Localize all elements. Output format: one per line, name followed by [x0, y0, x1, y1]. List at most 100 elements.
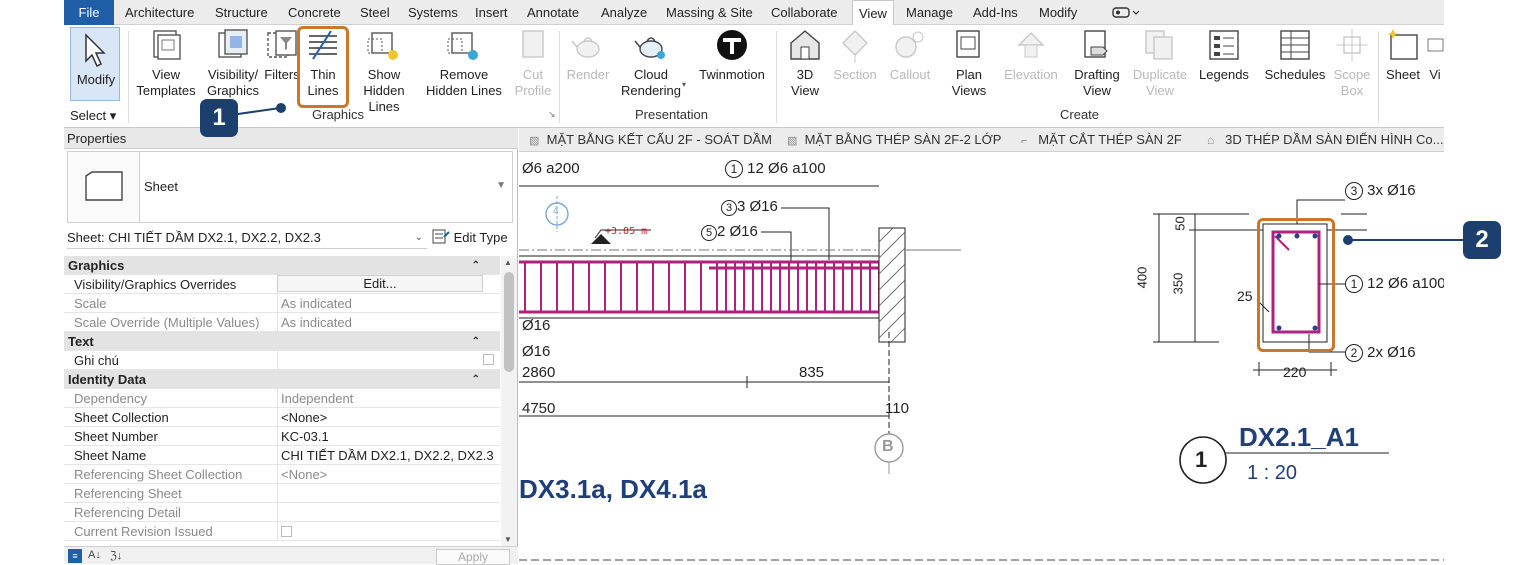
- section-number: 1: [1195, 447, 1208, 472]
- property-value[interactable]: As indicated: [277, 294, 500, 313]
- menu-modify[interactable]: Modify: [1039, 0, 1077, 25]
- menu-analyze[interactable]: Analyze: [601, 0, 647, 25]
- menu-insert[interactable]: Insert: [475, 0, 508, 25]
- sheet-button[interactable]: Sheet: [1382, 27, 1424, 83]
- cut-profile-button[interactable]: Cut Profile: [510, 27, 556, 99]
- properties-scrollbar[interactable]: ▲ ▼: [501, 256, 517, 546]
- drawing-canvas[interactable]: Ø6 a200 1 12 Ø6 a100 33 Ø16 52 Ø16 +3.85…: [519, 152, 1444, 564]
- elevation-button[interactable]: Elevation: [1002, 27, 1060, 83]
- duplicate-view-icon: [1145, 30, 1173, 60]
- property-value[interactable]: [277, 503, 500, 522]
- duplicate-view-button[interactable]: Duplicate View: [1130, 27, 1190, 99]
- select-dropdown[interactable]: Select ▾: [70, 108, 116, 124]
- property-value[interactable]: [277, 522, 500, 541]
- filters-button[interactable]: Filters: [262, 27, 302, 83]
- property-row: Current Revision Issued: [64, 522, 500, 541]
- menu-systems[interactable]: Systems: [408, 0, 458, 25]
- drafting-view-label: Drafting View: [1074, 67, 1120, 98]
- view-icon: [1427, 38, 1444, 52]
- menu-concrete[interactable]: Concrete: [288, 0, 341, 25]
- tab-mat-cat-thep-san[interactable]: ⌐ MẶT CẮT THÉP SÀN 2F: [1021, 128, 1182, 152]
- property-key: Graphics: [68, 258, 125, 273]
- property-key: Identity Data: [68, 372, 147, 387]
- property-group-header[interactable]: Graphics ⌃: [64, 256, 500, 275]
- thin-lines-highlight: [297, 26, 349, 108]
- project-browser-tab-icon[interactable]: A↓: [88, 549, 101, 561]
- menu-collaborate[interactable]: Collaborate: [771, 0, 838, 25]
- type-dropdown-icon[interactable]: ▼: [496, 180, 506, 191]
- property-value-text: <None>: [281, 410, 328, 425]
- dim-350: 350: [1170, 272, 1186, 295]
- plan-view-icon: ▧: [787, 135, 798, 147]
- tab-3d-thep-dam-san[interactable]: ⌂ 3D THÉP DẦM SÀN ĐIỂN HÌNH Co...: [1207, 128, 1444, 152]
- scope-box-button[interactable]: Scope Box: [1330, 27, 1374, 99]
- menu-steel[interactable]: Steel: [360, 0, 390, 25]
- properties-title: Properties: [64, 128, 518, 149]
- instance-selector[interactable]: Sheet: CHI TIẾT DẦM DX2.1, DX2.2, DX2.3 …: [67, 227, 427, 249]
- twinmotion-button[interactable]: Twinmotion: [692, 27, 772, 83]
- section-button[interactable]: Section: [830, 27, 880, 83]
- menu-file[interactable]: File: [64, 0, 114, 25]
- type-selector[interactable]: Sheet ▼: [67, 151, 513, 223]
- property-value[interactable]: CHI TIẾT DẦM DX2.1, DX2.2, DX2.3: [277, 446, 500, 465]
- menu-manage[interactable]: Manage: [906, 0, 953, 25]
- menu-annotate[interactable]: Annotate: [527, 0, 579, 25]
- tab-mat-bang-ket-cau[interactable]: ▧ MẶT BẰNG KẾT CẤU 2F - SOÁT DẦM: [529, 128, 772, 152]
- view-more-label: Vi: [1429, 67, 1441, 82]
- drafting-view-icon: [1084, 30, 1108, 58]
- modify-button[interactable]: Modify: [70, 27, 120, 101]
- menu-view[interactable]: View: [852, 0, 894, 26]
- collapse-icon[interactable]: ⌃: [472, 332, 480, 351]
- menu-structure[interactable]: Structure: [215, 0, 268, 25]
- menu-add-ins[interactable]: Add-Ins: [973, 0, 1018, 25]
- property-value[interactable]: <None>: [277, 465, 500, 484]
- panel-presentation-label: Presentation: [635, 107, 708, 122]
- panel-launcher-icon[interactable]: ↘: [548, 109, 556, 120]
- plan-views-button[interactable]: Plan Views: [944, 27, 994, 99]
- show-hidden-lines-icon: [367, 32, 398, 60]
- visibility-graphics-button[interactable]: Visibility/ Graphics: [204, 27, 262, 99]
- collapse-icon[interactable]: ⌃: [472, 370, 480, 389]
- property-row: Scale As indicated: [64, 294, 500, 313]
- property-value[interactable]: Independent: [277, 389, 500, 408]
- menu-massing-site[interactable]: Massing & Site: [666, 0, 753, 25]
- visibility-graphics-icon: [218, 29, 248, 58]
- checkbox[interactable]: [483, 354, 494, 365]
- property-key: Visibility/Graphics Overrides: [74, 277, 237, 292]
- legends-button[interactable]: Legends: [1196, 27, 1252, 83]
- remove-hidden-lines-button[interactable]: Remove Hidden Lines: [426, 27, 502, 99]
- edit-type-button[interactable]: Edit Type: [432, 227, 508, 249]
- show-hidden-lines-button[interactable]: Show Hidden Lines: [348, 27, 420, 115]
- callout-button[interactable]: Callout: [886, 27, 934, 83]
- plan-view-icon: ▧: [529, 135, 540, 147]
- render-button[interactable]: Render: [564, 27, 612, 83]
- property-key: Scale Override (Multiple Values): [74, 315, 260, 330]
- 3d-view-button[interactable]: 3D View: [782, 27, 828, 99]
- property-group-header[interactable]: Text ⌃: [64, 332, 500, 351]
- property-group-header[interactable]: Identity Data ⌃: [64, 370, 500, 389]
- apply-button[interactable]: Apply: [436, 549, 510, 565]
- property-value[interactable]: KC-03.1: [277, 427, 500, 446]
- drafting-view-button[interactable]: Drafting View: [1066, 27, 1128, 99]
- property-value[interactable]: [277, 351, 500, 370]
- property-value[interactable]: <None>: [277, 408, 500, 427]
- property-value[interactable]: Edit...: [277, 275, 483, 292]
- property-key: Ghi chú: [74, 353, 119, 368]
- property-value[interactable]: [277, 484, 500, 503]
- dim-25: 25: [1237, 288, 1253, 304]
- property-value[interactable]: As indicated: [277, 313, 500, 332]
- tab-mat-bang-thep-san[interactable]: ▧ MẶT BẰNG THÉP SÀN 2F-2 LỚP: [787, 128, 1001, 152]
- view-templates-button[interactable]: View Templates: [136, 27, 196, 99]
- schedules-label: Schedules: [1264, 67, 1326, 82]
- collapse-icon[interactable]: ⌃: [472, 256, 480, 275]
- properties-tab-icon[interactable]: ≡: [68, 549, 82, 563]
- menu-architecture[interactable]: Architecture: [125, 0, 194, 25]
- schedules-button[interactable]: Schedules: [1262, 27, 1328, 83]
- checkbox[interactable]: [281, 526, 292, 537]
- sort-icon[interactable]: ℨ↓: [110, 549, 122, 562]
- scrollbar-thumb[interactable]: [504, 272, 514, 372]
- property-key: Sheet Collection: [74, 410, 169, 425]
- view-more-button[interactable]: Vi: [1426, 27, 1444, 83]
- cloud-rendering-button[interactable]: Cloud Rendering: [620, 27, 682, 99]
- context-toggle-icon[interactable]: [1110, 0, 1140, 25]
